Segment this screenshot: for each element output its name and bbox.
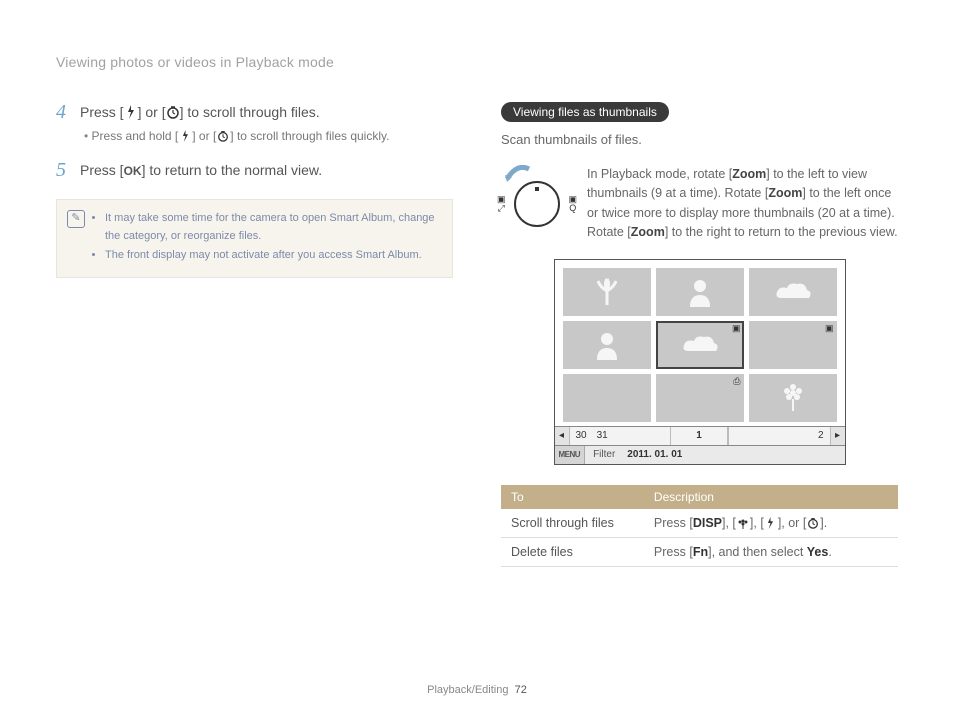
zoom-lens-diagram: ▣⤢ ▣Q: [501, 165, 573, 243]
menu-bar: MENU Filter 2011. 01. 01: [555, 445, 845, 464]
step-5: 5 Press [OK] to return to the normal vie…: [56, 160, 453, 185]
step-number: 5: [56, 160, 72, 185]
person-icon: [594, 330, 620, 360]
fn-icon: Fn: [693, 545, 708, 559]
flash-icon: [124, 105, 138, 119]
note-icon: ✎: [67, 210, 85, 228]
date-tick: 31: [597, 430, 608, 441]
thumbnail-screen: ▣ ▣ ⎙ ◂ 30 31 1 2: [554, 259, 846, 465]
step-number: 4: [56, 102, 72, 146]
step-4: 4 Press [] or [] to scroll through files…: [56, 102, 453, 146]
page-header: Viewing photos or videos in Playback mod…: [56, 54, 898, 78]
flash-icon: [764, 516, 778, 530]
thumbnail: [656, 268, 744, 316]
video-badge-icon: ▣: [732, 323, 741, 334]
step-5-text: Press [OK] to return to the normal view.: [80, 160, 453, 181]
thumbnail: [749, 268, 837, 316]
info-bullet: It may take some time for the camera to …: [105, 210, 440, 245]
ok-icon: OK: [124, 164, 142, 178]
row-to: Delete files: [501, 537, 644, 566]
palm-icon: [592, 277, 622, 307]
scan-subtitle: Scan thumbnails of files.: [501, 132, 898, 147]
flash-icon: [178, 129, 192, 143]
lens-ring-icon: [514, 181, 560, 227]
table-row: Delete files Press [Fn], and then select…: [501, 537, 898, 566]
date-tick: 30: [576, 430, 587, 441]
thumbnail: [563, 268, 651, 316]
info-bullet: The front display may not activate after…: [105, 247, 440, 265]
step-4-sub: Press and hold [] or [] to scroll throug…: [80, 127, 453, 146]
table-header-to: To: [501, 485, 644, 509]
timer-icon: [166, 105, 180, 119]
timer-icon: [216, 129, 230, 143]
date-current: 1: [696, 430, 702, 441]
zoom-in-icon: ▣Q: [568, 195, 577, 213]
disp-icon: DISP: [693, 516, 722, 530]
table-header-desc: Description: [644, 485, 898, 509]
cloud-icon: [682, 335, 718, 355]
left-column: 4 Press [] or [] to scroll through files…: [56, 102, 453, 567]
person-icon: [687, 277, 713, 307]
thumbnail: [563, 321, 651, 369]
section-pill: Viewing files as thumbnails: [501, 102, 669, 122]
scroll-right-icon: ▸: [830, 427, 845, 445]
right-column: Viewing files as thumbnails Scan thumbna…: [501, 102, 898, 567]
timer-icon: [806, 516, 820, 530]
menu-button-label: MENU: [555, 446, 586, 464]
page-footer: Playback/Editing 72: [0, 684, 954, 696]
zoom-instruction: In Playback mode, rotate [Zoom] to the l…: [587, 165, 898, 243]
date-value: 2011. 01. 01: [623, 449, 682, 460]
info-box: ✎ It may take some time for the camera t…: [56, 199, 453, 278]
cloud-icon: [775, 282, 811, 302]
date-scroll-bar: ◂ 30 31 1 2 ▸: [555, 426, 845, 445]
flower-icon: [779, 383, 807, 413]
date-tick: 2: [818, 430, 824, 441]
zoom-out-icon: ▣⤢: [497, 195, 506, 213]
thumbnail-selected: ▣: [656, 321, 744, 369]
filter-label: Filter: [585, 449, 623, 460]
row-desc: Press [DISP], [], [], or [].: [644, 509, 898, 538]
scroll-left-icon: ◂: [555, 427, 570, 445]
row-to: Scroll through files: [501, 509, 644, 538]
thumbnail: ▣: [749, 321, 837, 369]
thumbnail: [749, 374, 837, 422]
row-desc: Press [Fn], and then select Yes.: [644, 537, 898, 566]
print-badge-icon: ⎙: [733, 376, 740, 387]
thumbnail: [563, 374, 651, 422]
step-4-text: Press [] or [] to scroll through files.: [80, 102, 453, 123]
video-badge-icon: ▣: [825, 323, 834, 334]
macro-icon: [736, 516, 750, 530]
action-table: To Description Scroll through files Pres…: [501, 485, 898, 567]
table-row: Scroll through files Press [DISP], [], […: [501, 509, 898, 538]
thumbnail: ⎙: [656, 374, 744, 422]
